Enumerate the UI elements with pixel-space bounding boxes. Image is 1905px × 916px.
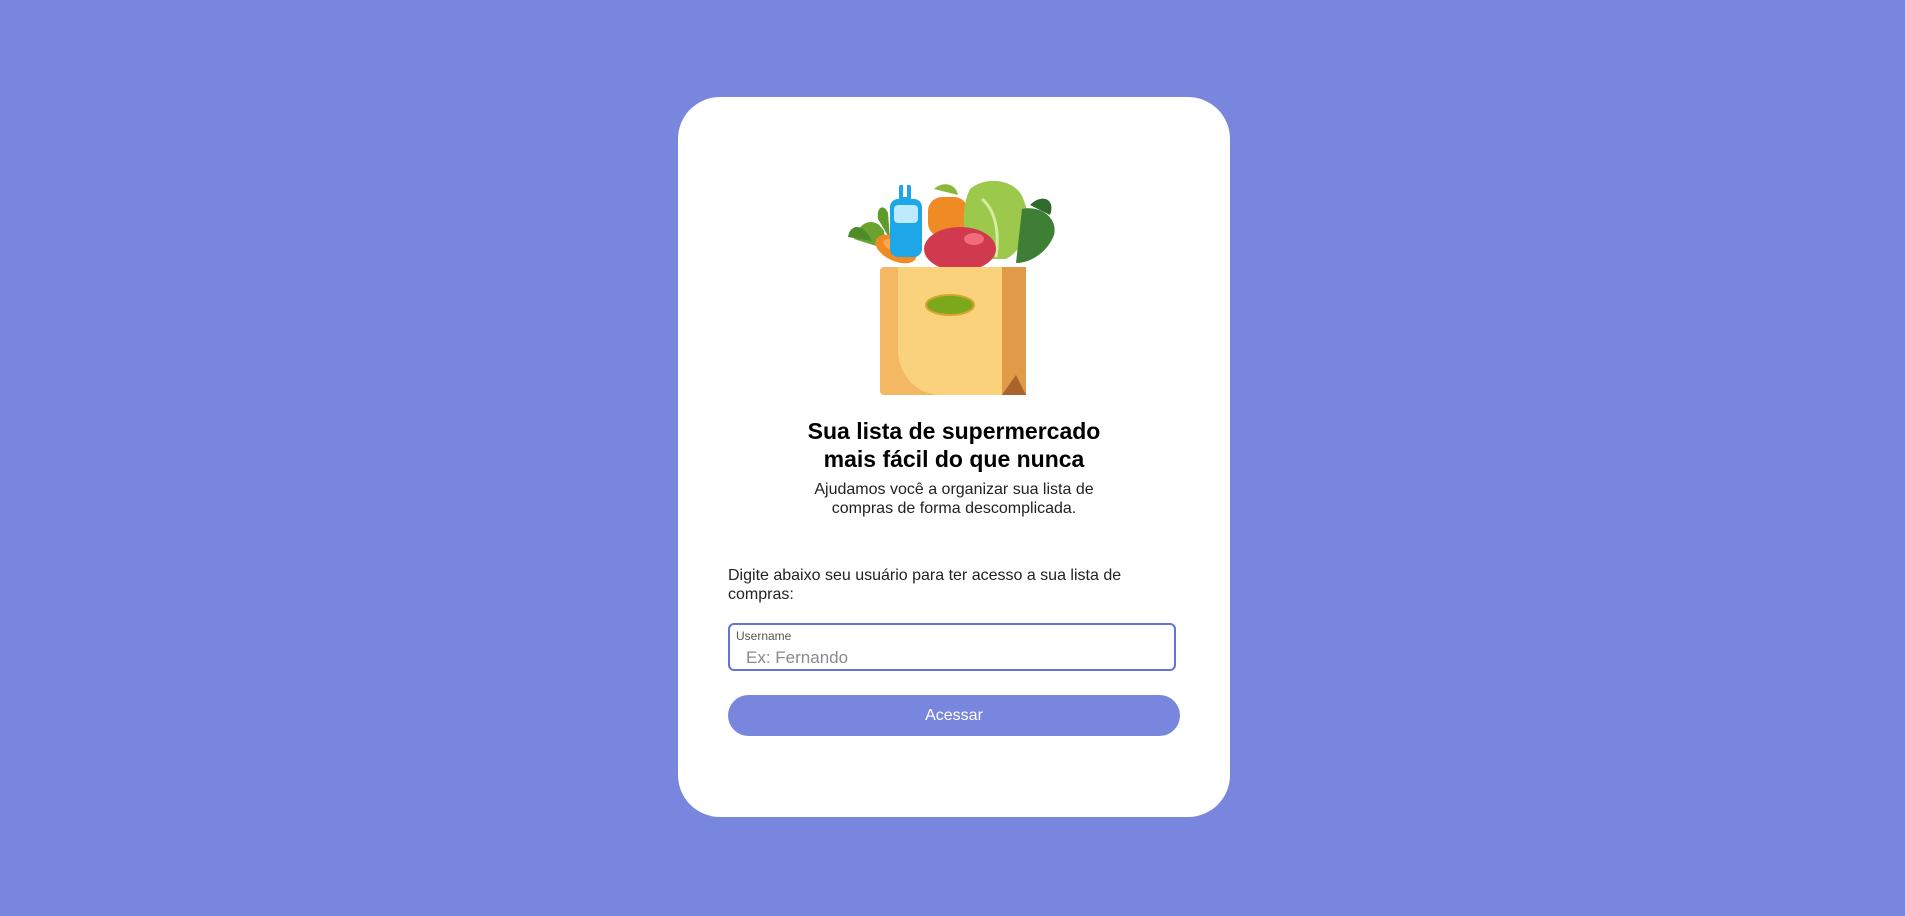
- username-input[interactable]: [746, 647, 1156, 669]
- login-instruction: Digite abaixo seu usuário para ter acess…: [728, 567, 1122, 603]
- page-title-line2: mais fácil do que nunca: [823, 446, 1085, 472]
- access-button[interactable]: Acessar: [728, 695, 1180, 736]
- username-label: Username: [736, 629, 792, 643]
- username-field[interactable]: Username: [728, 623, 1176, 671]
- page-title: Sua lista de supermercado mais fácil do …: [678, 417, 1230, 473]
- login-card: Sua lista de supermercado mais fácil do …: [678, 97, 1230, 817]
- grocery-bag-icon: [848, 180, 1055, 395]
- page-subtitle: Ajudamos você a organizar sua lista de c…: [814, 481, 1094, 517]
- page-title-line1: Sua lista de supermercado: [807, 418, 1101, 444]
